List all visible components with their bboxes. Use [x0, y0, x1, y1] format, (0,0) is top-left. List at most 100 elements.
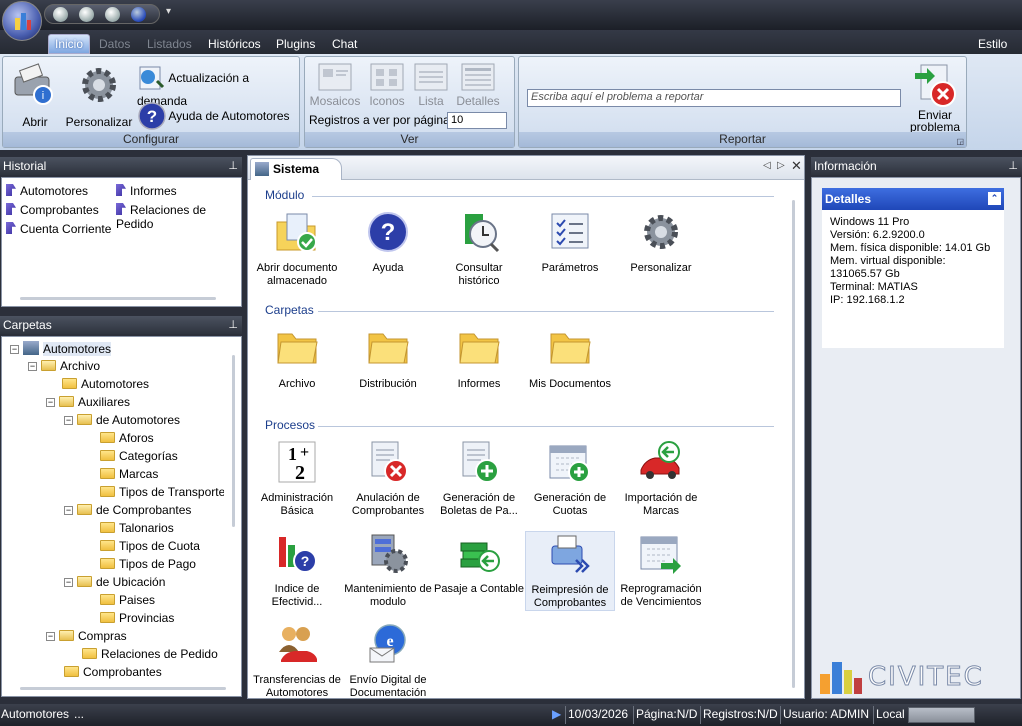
tab-plugins[interactable]: Plugins: [270, 35, 321, 53]
tree-node[interactable]: − de Ubicación: [64, 575, 165, 589]
item-administracion-basica[interactable]: 1 +2 Administración Básica: [252, 440, 342, 518]
item-reimpresion-comprobantes[interactable]: Reimpresión de Comprobantes: [525, 531, 615, 611]
ayuda-automotores-button[interactable]: ? Ayuda de Automotores: [137, 101, 299, 131]
forward-icon[interactable]: [79, 7, 94, 22]
item-informes[interactable]: Informes: [434, 326, 524, 391]
tab-listados[interactable]: Listados: [141, 35, 198, 53]
historial-item-automotores[interactable]: Automotores: [6, 184, 88, 198]
details-view-icon: [461, 63, 495, 91]
pin-icon[interactable]: ⊥: [1008, 159, 1018, 172]
collapse-icon[interactable]: ⌃: [988, 192, 1001, 205]
problem-report-input[interactable]: Escriba aquí el problema a reportar: [527, 89, 901, 107]
tree-node[interactable]: Automotores: [62, 377, 149, 391]
detalles-button[interactable]: Detalles: [453, 63, 503, 108]
item-generacion-boletas[interactable]: Generación de Boletas de Pa...: [434, 440, 524, 518]
tree-node[interactable]: Tipos de Transporte: [100, 485, 224, 499]
tree-node[interactable]: − de Automotores: [64, 413, 180, 427]
carpetas-hscrollbar[interactable]: [20, 687, 226, 690]
tree-node[interactable]: Relaciones de Pedido: [82, 647, 218, 661]
iconos-button[interactable]: Iconos: [365, 63, 409, 108]
lista-button[interactable]: Lista: [411, 63, 451, 108]
folder-open-icon: [77, 414, 92, 425]
status-bar: Automotores ... ▶ 10/03/2026 Página:N/D …: [0, 704, 1022, 726]
tree-node[interactable]: Tipos de Pago: [100, 557, 196, 571]
registros-input[interactable]: 10: [447, 112, 507, 129]
ip-line: IP: 192.168.1.2: [830, 294, 905, 306]
item-generacion-cuotas[interactable]: Generación de Cuotas: [525, 440, 615, 518]
os-line: Windows 11 Pro: [830, 216, 910, 228]
tree-node[interactable]: Marcas: [100, 467, 158, 481]
folder-icon: [459, 333, 500, 364]
pin-icon[interactable]: ⊥: [228, 159, 238, 172]
tree-node[interactable]: − de Comprobantes: [64, 503, 191, 517]
memoria-virtual-line: Mem. virtual disponible:: [830, 255, 946, 267]
tree-node[interactable]: − Compras: [46, 629, 127, 643]
close-icon[interactable]: ✕: [791, 158, 802, 174]
chart-help-icon: ?: [279, 537, 317, 573]
item-reprogramacion-vencimientos[interactable]: Reprogramación de Vencimientos: [616, 531, 706, 609]
abrir-button[interactable]: i Abrir: [9, 61, 61, 129]
item-archivo[interactable]: Archivo: [252, 326, 342, 391]
item-ayuda[interactable]: ? Ayuda: [343, 210, 433, 275]
tab-datos[interactable]: Datos: [93, 35, 136, 53]
detalles-header[interactable]: Detalles ⌃: [822, 188, 1004, 210]
item-envio-digital[interactable]: e Envío Digital de Documentación: [343, 622, 433, 700]
tree-node[interactable]: Tipos de Cuota: [100, 539, 200, 553]
modulo-section-title: Módulo: [265, 188, 305, 202]
item-distribucion[interactable]: Distribución: [343, 326, 433, 391]
dialog-launcher-icon[interactable]: ◲: [956, 137, 964, 146]
carpetas-header: Carpetas ⊥: [0, 316, 242, 334]
main-vscrollbar[interactable]: [792, 200, 795, 688]
item-transferencias-automotores[interactable]: Transferencias de Automotores: [252, 622, 342, 700]
item-parametros[interactable]: Parámetros: [525, 210, 615, 275]
back-icon[interactable]: [53, 7, 68, 22]
scroll-right-icon[interactable]: ▷: [777, 160, 785, 171]
tree-node[interactable]: − Archivo: [28, 359, 100, 373]
item-personalizar[interactable]: Personalizar: [616, 210, 706, 275]
item-indice-efectividad[interactable]: ? Indice de Efectivid...: [252, 531, 342, 609]
folder-icon: [100, 468, 115, 479]
cancel-document-icon: [371, 441, 408, 483]
tree-node[interactable]: Talonarios: [100, 521, 174, 535]
personalizar-button[interactable]: Personalizar: [65, 61, 133, 129]
update-icon: [139, 66, 165, 90]
tree-node[interactable]: Paises: [100, 593, 155, 607]
app-menu-button[interactable]: [2, 1, 42, 41]
mosaicos-button[interactable]: Mosaicos: [309, 63, 361, 108]
scroll-left-icon[interactable]: ◁: [763, 160, 771, 171]
tree-node[interactable]: Comprobantes: [64, 665, 162, 679]
carpetas-vscrollbar[interactable]: [232, 355, 235, 527]
tree-node[interactable]: − Automotores: [10, 341, 112, 356]
help-icon: ?: [138, 102, 166, 130]
web-icon[interactable]: [131, 7, 146, 22]
tree-node[interactable]: − Auxiliares: [46, 395, 130, 409]
tab-sistema[interactable]: Sistema: [250, 158, 343, 180]
tree-node[interactable]: Provincias: [100, 611, 174, 625]
item-anulacion-comprobantes[interactable]: Anulación de Comprobantes: [343, 440, 433, 518]
customize-toolbar-chevron-icon[interactable]: ▾: [166, 6, 171, 17]
item-pasaje-contable[interactable]: Pasaje a Contable: [434, 531, 524, 596]
historial-hscrollbar[interactable]: [20, 297, 216, 300]
folder-icon: [100, 594, 115, 605]
enviar-label: Enviar problema: [909, 108, 961, 133]
pin-icon[interactable]: ⊥: [228, 318, 238, 331]
item-abrir-documento[interactable]: Abrir documento almacenado: [252, 210, 342, 288]
item-mantenimiento-modulo[interactable]: Mantenimiento de modulo: [343, 531, 433, 609]
item-importacion-marcas[interactable]: Importación de Marcas: [616, 440, 706, 518]
tab-inicio[interactable]: Inicio: [48, 34, 91, 54]
historial-item-cuenta-corriente[interactable]: Cuenta Corriente: [6, 222, 111, 236]
historial-item-informes[interactable]: Informes: [116, 184, 177, 198]
tree-node[interactable]: Aforos: [100, 431, 154, 445]
historial-item-comprobantes[interactable]: Comprobantes: [6, 203, 99, 217]
quick-access-toolbar: [44, 4, 160, 24]
tab-chat[interactable]: Chat: [326, 35, 363, 53]
enviar-problema-button[interactable]: Enviar problema: [907, 61, 963, 133]
tab-historicos[interactable]: Históricos: [202, 35, 267, 53]
item-consultar-historico[interactable]: Consultar histórico: [434, 210, 524, 288]
historial-item-relaciones[interactable]: Relaciones de Pedido: [116, 203, 240, 231]
item-mis-documentos[interactable]: Mis Documentos: [525, 326, 615, 391]
tree-node[interactable]: Categorías: [100, 449, 178, 463]
refresh-icon[interactable]: [105, 7, 120, 22]
lista-label: Lista: [418, 94, 444, 108]
ver-group-label: Ver: [305, 132, 514, 147]
